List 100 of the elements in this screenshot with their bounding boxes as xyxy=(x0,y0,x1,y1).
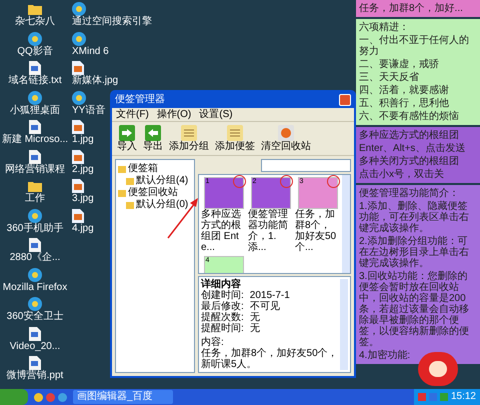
note-text: 四、活着，就要感谢 xyxy=(359,85,450,96)
tree-item[interactable]: 便签回收站 xyxy=(128,187,178,199)
field-value: 不可见 xyxy=(250,301,280,312)
field-value: 无 xyxy=(250,312,260,323)
taskbar-button[interactable]: 画图编辑器_百度 xyxy=(73,390,173,404)
desktop-icon[interactable] xyxy=(72,32,86,46)
desktop-icon[interactable] xyxy=(28,2,42,16)
note-text: 3.回收站功能：您删除的便签会暂时放在回收站中，回收站的容量是200条，若超过该量会自动移除最早被删除的那个便签，以便容纳新删除的便签。 xyxy=(359,271,470,348)
icon-label[interactable]: 360手机助手 xyxy=(6,222,64,234)
desktop-icon[interactable] xyxy=(72,90,86,105)
note-text: 任务，加群8个，加好... xyxy=(359,3,464,14)
desktop-icon[interactable] xyxy=(72,179,84,194)
details-heading: 详细内容 xyxy=(201,279,242,290)
clock: 15:12 xyxy=(450,391,476,403)
sticky-note[interactable]: 六项精进： 一、付出不亚于任何人的努力 二、要谦虚，戒骄 三、天天反省 四、活着，就要感谢 五、积善行，思利他 六、不要有感性的烦恼 xyxy=(356,19,480,125)
toolbar-button[interactable]: 添加便签 xyxy=(213,124,257,152)
note-text: 2.添加删除分组功能：可在左边树形目录上单击右键完成该操作。 xyxy=(359,236,470,269)
icon-label[interactable]: 2880《企... xyxy=(10,252,60,264)
desktop-icon[interactable] xyxy=(28,179,42,194)
desktop-icon[interactable] xyxy=(28,90,42,105)
notepad-icon xyxy=(181,124,197,140)
note-caption: 多种应选方式的根组团 Ente... xyxy=(201,209,242,253)
menu-item[interactable]: 文件(F) xyxy=(116,108,149,120)
note-text: 多种应选方式的根组团 xyxy=(359,130,460,141)
icon-label[interactable]: 4.jpg xyxy=(72,222,94,234)
field-value: 无 xyxy=(250,323,260,334)
desktop-icon[interactable] xyxy=(28,268,42,282)
note-text: 便签管理器功能简介： xyxy=(359,188,460,199)
field-label: 内容: xyxy=(201,337,225,348)
icon-label[interactable]: 3.jpg xyxy=(72,193,94,204)
desktop-icon[interactable] xyxy=(72,61,84,76)
notepad-icon xyxy=(227,124,243,140)
note-text: 多种关闭方式的根组团 xyxy=(359,156,460,167)
note-text: 六、不要有感性的烦恼 xyxy=(359,111,460,122)
menu-item[interactable]: 操作(O) xyxy=(156,108,192,120)
icon-label[interactable]: 网络营销课程 xyxy=(5,164,65,175)
field-label: 创建时间: xyxy=(201,290,244,301)
scrollbar[interactable] xyxy=(342,175,350,273)
field-label: 最后修改: xyxy=(201,301,244,312)
tree-item[interactable]: 默认分组(0) xyxy=(136,199,188,211)
icon-label[interactable]: 域名链接.txt xyxy=(8,75,62,86)
note-caption: 任务，加群8个，加好友50个... xyxy=(295,209,338,253)
note-text: 1.添加、删除、隐藏便签功能，可在列表区单击右键完成该操作。 xyxy=(359,201,470,234)
note-text: 一、付出不亚于任何人的努力 xyxy=(359,35,470,57)
icon-label[interactable]: QQ影音 xyxy=(17,46,53,57)
desktop-icon[interactable] xyxy=(28,32,42,46)
desktop-icon[interactable] xyxy=(29,238,41,252)
desktop-icon[interactable] xyxy=(29,120,41,134)
desktop-icon[interactable] xyxy=(72,2,86,16)
toolbar-button[interactable]: 导入 xyxy=(115,124,139,152)
icon-label[interactable]: 新建 Microso... xyxy=(2,134,68,146)
search-field[interactable] xyxy=(261,159,351,172)
toolbar-button[interactable]: 导出 xyxy=(141,124,165,152)
sticky-note[interactable]: 任务，加群8个，加好... xyxy=(356,0,480,17)
desktop-icon[interactable] xyxy=(28,297,42,312)
toolbar-button[interactable]: 添加分组 xyxy=(167,124,211,152)
desktop-icon[interactable] xyxy=(72,120,84,134)
icon-label[interactable]: 杂七杂八 xyxy=(15,16,55,28)
field-label: 提醒时间: xyxy=(201,323,244,334)
window-title: 便签管理器 xyxy=(115,94,165,106)
icon-label[interactable]: Mozilla Firefox xyxy=(2,282,68,293)
note-text: 五、积善行，思利他 xyxy=(359,98,450,109)
desktop-icon[interactable] xyxy=(29,326,41,341)
desktop-icon[interactable] xyxy=(72,150,84,164)
field-label: 提醒次数: xyxy=(201,312,244,323)
note-text: 三、天天反省 xyxy=(359,72,420,83)
scrollbar[interactable] xyxy=(340,279,348,370)
icon-label[interactable]: 1.jpg xyxy=(72,134,94,146)
menu-item[interactable]: 设置(S) xyxy=(199,108,233,120)
close-button[interactable] xyxy=(339,94,351,106)
desktop-icon[interactable] xyxy=(72,208,84,223)
desktop-icon[interactable] xyxy=(29,356,41,370)
icon-label[interactable]: 通过空间搜索引擎 xyxy=(72,16,152,28)
field-value: 2015-7-1 xyxy=(250,290,290,301)
toolbar-button[interactable]: 清空回收站 xyxy=(259,124,313,152)
sticky-note[interactable]: 便签管理器功能简介： 1.添加、删除、隐藏便签功能，可在列表区单击右键完成该操作。 2.添加删除分组功能：可在左边树形目录上单击右键完成该操作。 3.回收站功能：您删除的便签会暂时放在回收站中，回收站的容量是200条，若超过该量会自动移除最早被删除的那个便签，以便容纳新删除的便签。 4.加密功能: xyxy=(356,185,480,364)
sticky-note[interactable]: 多种应选方式的根组团 Enter、Alt+s、点击发送 多种关闭方式的根组团 点击小x号，双击关 xyxy=(356,127,480,183)
icon-label[interactable]: 新媒体.jpg xyxy=(72,75,118,86)
note-text: 六项精进： xyxy=(359,22,410,33)
note-content: 任务，加群8个，加好友50个，新听课5人。 xyxy=(201,348,339,370)
note-text: 4.加密功能: xyxy=(359,350,412,361)
start-button[interactable] xyxy=(0,389,28,405)
icon-label[interactable]: 工作 xyxy=(25,193,45,204)
note-text: Enter、Alt+s、点击发送 xyxy=(359,143,466,154)
desktop-icon[interactable] xyxy=(29,150,41,164)
tree-item[interactable]: 默认分组(4) xyxy=(136,175,188,187)
icon-label[interactable]: YY语音 xyxy=(72,104,106,116)
icon-label[interactable]: XMind 6 xyxy=(72,46,109,57)
icon-label[interactable]: Video_20... xyxy=(10,340,60,352)
icon-label[interactable]: 小狐狸桌面 xyxy=(10,104,60,116)
note-text: 点击小x号，双击关 xyxy=(359,169,445,180)
desktop-icon[interactable] xyxy=(28,208,42,223)
icon-label[interactable]: 360安全卫士 xyxy=(6,311,64,322)
icon-label[interactable]: 微博营销.ppt xyxy=(6,370,64,382)
desktop-icon[interactable] xyxy=(29,61,41,76)
icon-label[interactable]: 2.jpg xyxy=(72,164,94,175)
note-caption: 便签管理器功能简介，1.添... xyxy=(248,209,289,253)
tree-item[interactable]: 便签箱 xyxy=(128,163,158,175)
note-text: 二、要谦虚，戒骄 xyxy=(359,59,440,70)
pointer-arrow xyxy=(166,196,200,240)
